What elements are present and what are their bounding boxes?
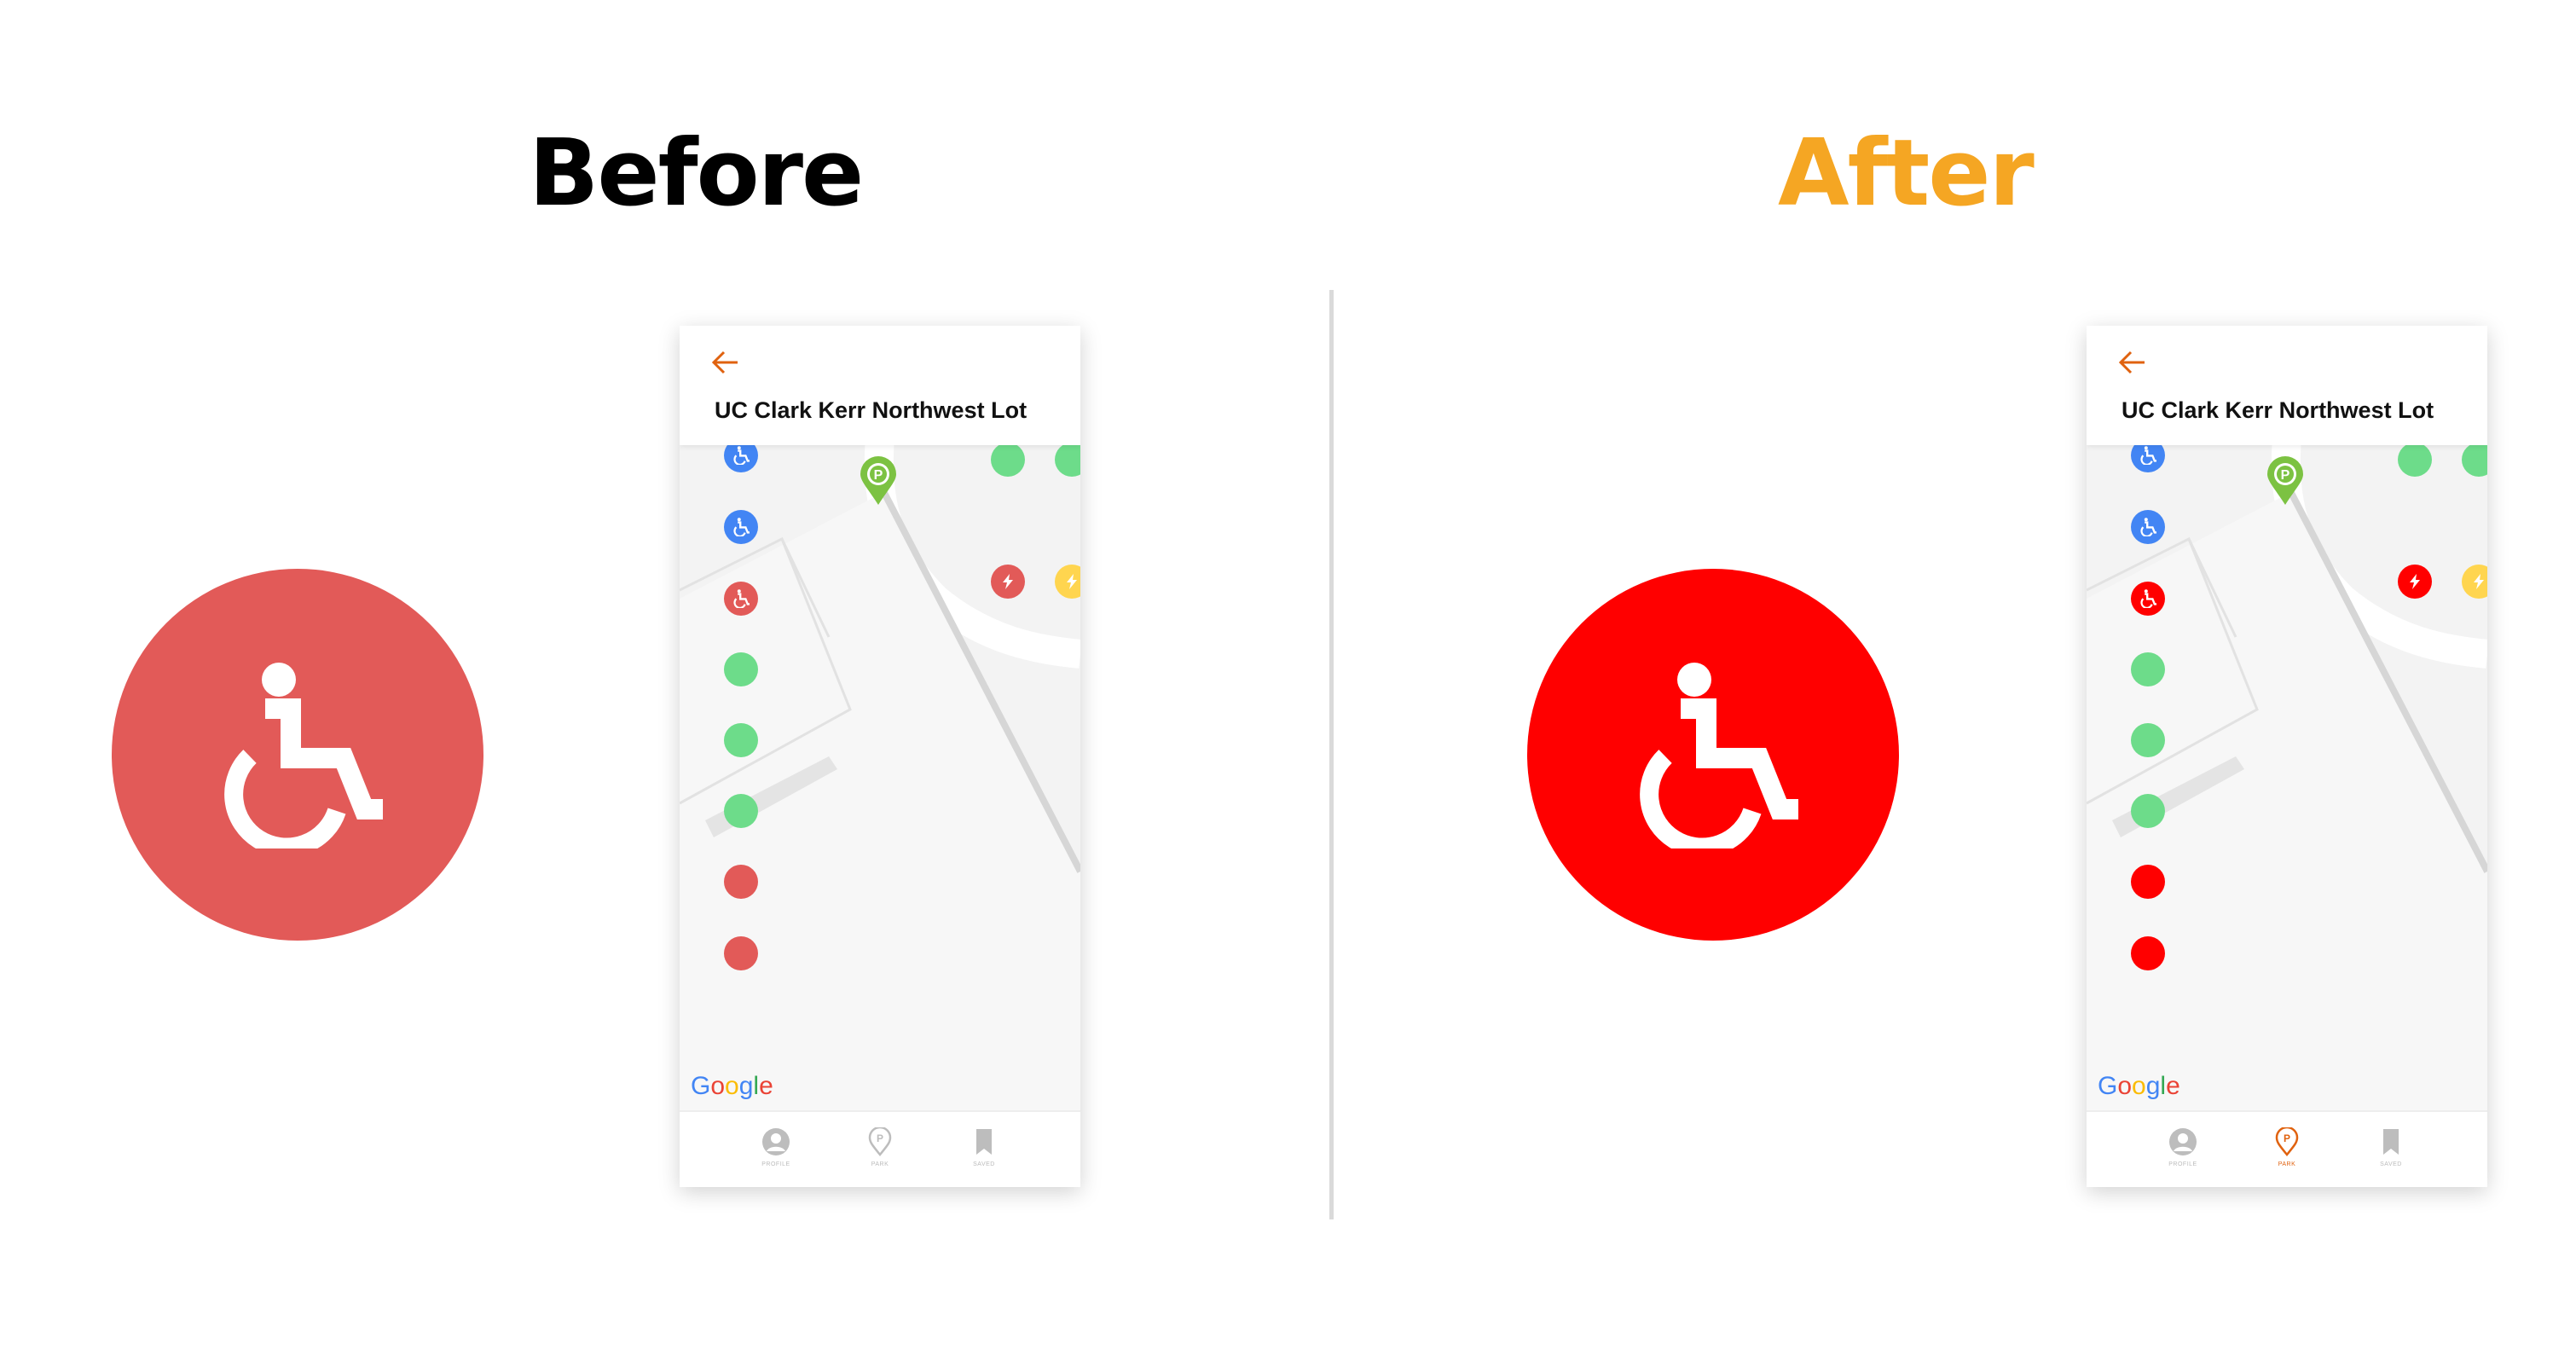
wheelchair-accessible-icon xyxy=(733,518,750,536)
svg-text:P: P xyxy=(2284,1132,2290,1144)
google-logo: Google xyxy=(691,1072,773,1100)
accessible-spot-icon-after xyxy=(1527,569,1899,941)
arrow-left-icon[interactable] xyxy=(710,350,739,375)
spot-available[interactable] xyxy=(724,794,758,828)
lightning-icon xyxy=(2474,574,2484,589)
map-roads xyxy=(680,445,1080,1110)
arrow-left-icon[interactable] xyxy=(2117,350,2146,375)
bookmark-icon xyxy=(976,1129,992,1155)
spot-available[interactable] xyxy=(2131,794,2165,828)
spot-available[interactable] xyxy=(2131,723,2165,757)
nav-saved[interactable]: SAVED xyxy=(958,1127,1010,1179)
spot-accessible[interactable] xyxy=(724,510,758,544)
bookmark-icon xyxy=(2383,1129,2399,1155)
spot-available[interactable] xyxy=(991,443,1025,477)
nav-park[interactable]: P PARK xyxy=(854,1127,906,1179)
wheelchair-accessible-icon xyxy=(224,663,383,848)
parking-icon: P xyxy=(868,1127,892,1156)
accessible-spot-icon-before xyxy=(112,569,483,941)
phone-screen-before: UC Clark Kerr Northwest Lot P Google PRO… xyxy=(680,326,1080,1187)
svg-text:P: P xyxy=(2281,468,2290,483)
lot-header: UC Clark Kerr Northwest Lot xyxy=(2087,326,2487,445)
lot-title: UC Clark Kerr Northwest Lot xyxy=(715,397,1028,423)
parking-pin-icon[interactable]: P xyxy=(2266,455,2305,507)
spot-occupied[interactable] xyxy=(2131,865,2165,899)
parking-map[interactable] xyxy=(680,445,1080,1110)
after-heading: After xyxy=(1778,120,2035,227)
parking-map[interactable] xyxy=(2087,445,2487,1110)
google-logo: Google xyxy=(2098,1072,2180,1100)
phone-screen-after: UC Clark Kerr Northwest Lot P Google PRO… xyxy=(2087,326,2487,1187)
parking-pin-icon[interactable]: P xyxy=(859,455,898,507)
svg-text:P: P xyxy=(874,468,883,483)
before-heading: Before xyxy=(529,120,864,227)
spot-occupied[interactable] xyxy=(724,936,758,970)
wheelchair-accessible-icon xyxy=(2140,446,2156,465)
wheelchair-accessible-icon xyxy=(2140,589,2156,608)
bottom-nav: PROFILE P PARK SAVED xyxy=(680,1110,1080,1187)
spot-ev-occupied[interactable] xyxy=(2398,565,2432,599)
bottom-nav: PROFILE P PARK SAVED xyxy=(2087,1110,2487,1187)
comparison-divider xyxy=(1329,290,1334,1219)
spot-ev-occupied[interactable] xyxy=(991,565,1025,599)
wheelchair-accessible-icon xyxy=(733,446,750,465)
wheelchair-accessible-icon xyxy=(733,589,750,608)
lightning-icon xyxy=(1003,574,1013,589)
spot-available[interactable] xyxy=(2398,443,2432,477)
lot-header: UC Clark Kerr Northwest Lot xyxy=(680,326,1080,445)
map-roads xyxy=(2087,445,2487,1110)
nav-park[interactable]: P PARK xyxy=(2261,1127,2313,1179)
lightning-icon xyxy=(1067,574,1077,589)
spot-accessible[interactable] xyxy=(2131,510,2165,544)
spot-accessible-occupied[interactable] xyxy=(2131,582,2165,616)
spot-available[interactable] xyxy=(724,652,758,686)
spot-occupied[interactable] xyxy=(724,865,758,899)
svg-text:P: P xyxy=(877,1132,883,1144)
wheelchair-accessible-icon xyxy=(2140,518,2156,536)
profile-icon xyxy=(2169,1128,2197,1155)
spot-available[interactable] xyxy=(724,723,758,757)
wheelchair-accessible-icon xyxy=(1640,663,1798,848)
spot-available[interactable] xyxy=(2131,652,2165,686)
nav-saved[interactable]: SAVED xyxy=(2365,1127,2417,1179)
nav-profile[interactable]: PROFILE xyxy=(750,1127,802,1179)
profile-icon xyxy=(762,1128,790,1155)
nav-profile[interactable]: PROFILE xyxy=(2157,1127,2208,1179)
lot-title: UC Clark Kerr Northwest Lot xyxy=(2122,397,2434,423)
parking-icon: P xyxy=(2275,1127,2299,1156)
lightning-icon xyxy=(2410,574,2420,589)
spot-accessible-occupied[interactable] xyxy=(724,582,758,616)
spot-occupied[interactable] xyxy=(2131,936,2165,970)
